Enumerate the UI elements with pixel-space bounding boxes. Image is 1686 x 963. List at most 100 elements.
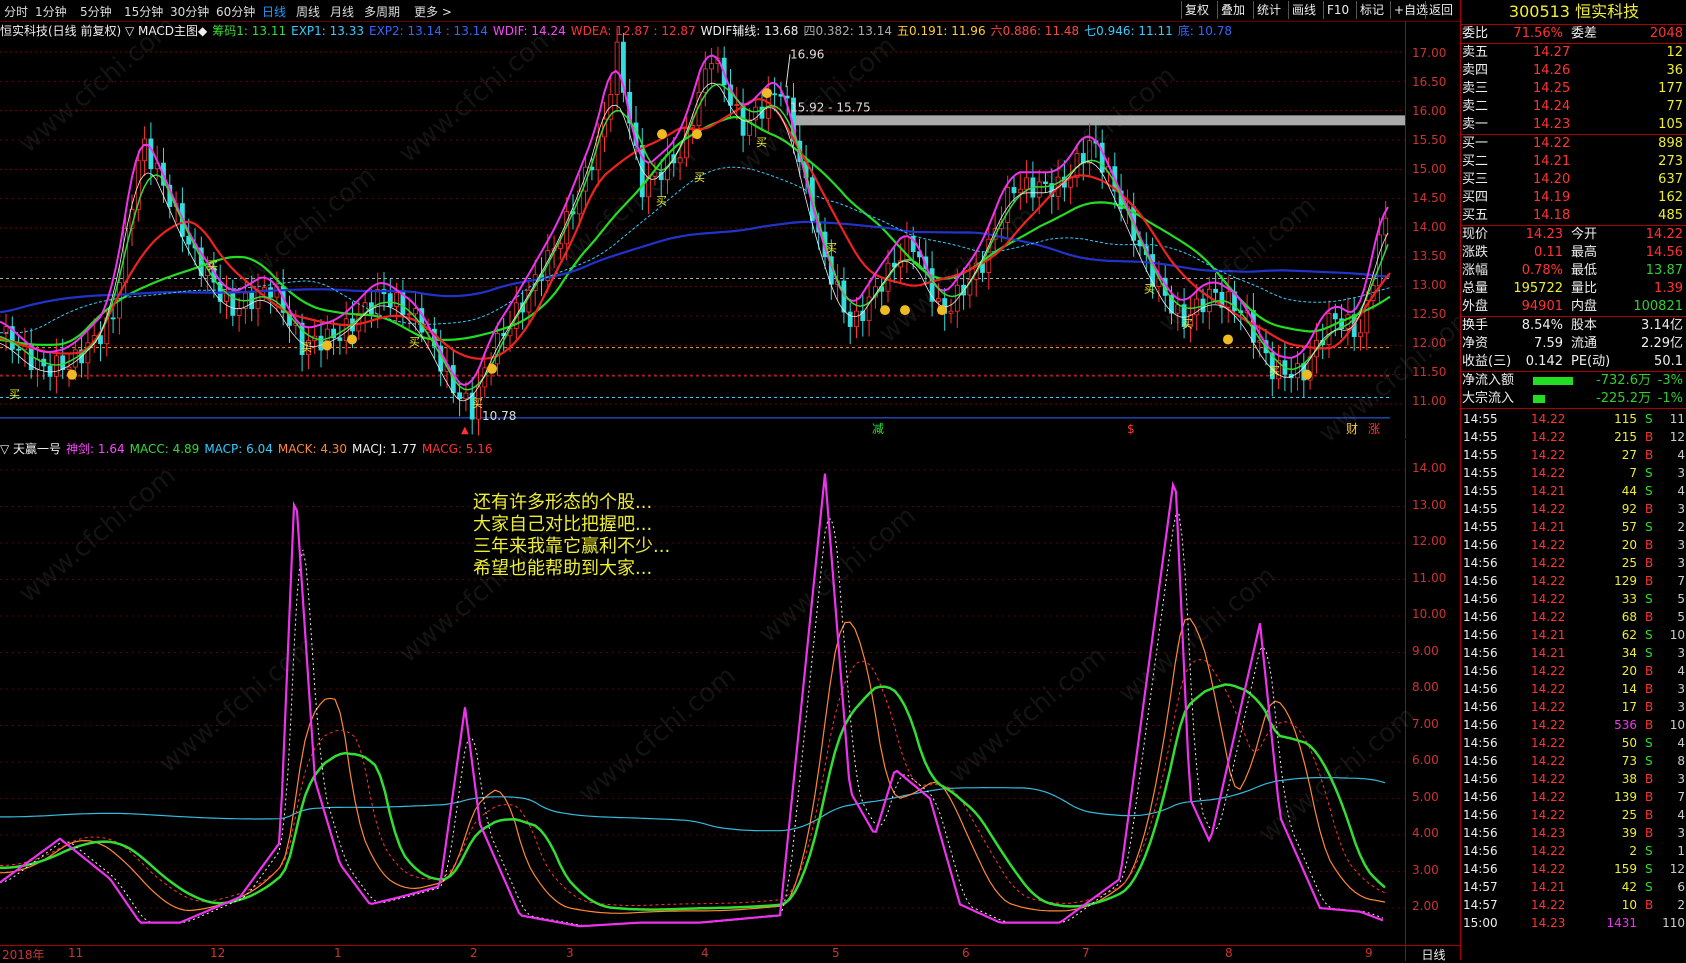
toolbar-button[interactable]: 标记 [1356,1,1387,19]
row-value2: 14.22 [1645,227,1683,242]
price-tick: 12.00 [1412,336,1447,350]
period-tab[interactable]: 1分钟 [35,3,67,20]
indicator-tick: 14.00 [1412,461,1447,475]
period-tab[interactable]: 日线 [262,3,286,20]
indicator-tick: 11.00 [1412,570,1447,585]
tick-count: 2 [1677,898,1685,912]
ask-row[interactable]: 卖三 14.25 177 [1461,80,1686,98]
row-label: 净资 [1462,336,1489,351]
tick-volume: 139 [1614,790,1637,804]
candle-body [614,41,620,95]
candlestick-chart[interactable]: 买买买 买买买买买买买买买16.9615.92 - 15.7510.78减 $ 财涨▲ [0,21,1405,439]
row-label2: 今开 [1571,227,1598,242]
toolbar-button[interactable]: 统计 [1253,1,1284,19]
candle-body [954,284,960,312]
tick-side: B [1645,556,1654,570]
tick-volume: 62 [1621,628,1637,642]
tick-volume: 25 [1621,808,1637,822]
candle-body [387,293,393,307]
tick-row: 14:56 14.22 38 B 3 [1461,770,1686,788]
fundamental-row[interactable]: 净资 7.59 流通 2.29亿 [1461,335,1686,353]
row-value2: 50.1 [1654,354,1683,369]
period-tab[interactable]: 月线 [330,3,354,20]
bid-row[interactable]: 买一 14.22 898 [1461,135,1686,153]
period-tab[interactable]: 多周期 [364,3,400,20]
date-tick: 1 [334,946,342,960]
period-tab[interactable]: 周线 [296,3,320,20]
fundamental-row[interactable]: 换手 8.54% 股本 3.14亿 [1461,317,1686,335]
flow-row[interactable]: 大宗流入 -225.2万 -1% [1461,390,1686,408]
quote-row[interactable]: 涨幅 0.78% 最低 13.87 [1461,262,1686,280]
toolbar-button[interactable]: 复权 [1181,1,1212,19]
buy-marker: 买 [756,136,767,149]
toolbar-button[interactable]: 返回 [1425,1,1456,19]
stock-header[interactable]: 300513 恒实科技 [1461,0,1686,24]
indicator-tick: 7.00 [1412,716,1439,731]
tick-side: B [1645,826,1654,840]
price-tick: 11.50 [1412,365,1447,379]
row-label: 外盘 [1462,299,1489,314]
candle-body [558,243,563,249]
bid-volume: 485 [1658,208,1683,223]
candle-body [142,138,148,162]
tick-side: B [1645,772,1654,786]
tick-count: 10 [1669,718,1685,732]
ask-row[interactable]: 卖一 14.23 105 [1461,116,1686,134]
ask-volume: 36 [1666,63,1683,78]
ask-row[interactable]: 卖二 14.24 77 [1461,98,1686,116]
tick-side: S [1645,862,1653,876]
weibi-row[interactable]: 委比 71.56% 委差 2048 [1461,25,1686,43]
bid-row[interactable]: 买三 14.20 637 [1461,171,1686,189]
date-tick: 5 [832,946,840,960]
ask-row[interactable]: 卖四 14.26 36 [1461,62,1686,80]
quote-row[interactable]: 现价 14.23 今开 14.22 [1461,226,1686,244]
candle-body [936,298,941,302]
tick-volume: 42 [1621,880,1637,894]
tick-volume: 7 [1629,466,1637,480]
candle-body [1326,313,1332,346]
candle-body [148,138,154,170]
ask-label: 卖五 [1462,45,1489,60]
tick-price: 14.22 [1531,772,1566,786]
toolbar-button[interactable]: 画线 [1288,1,1319,19]
toolbar-button[interactable]: 叠加 [1217,1,1248,19]
quote-row[interactable]: 外盘 94901 内盘 100821 [1461,298,1686,316]
period-label[interactable]: 日线 [1405,945,1461,962]
tick-count: 2 [1677,520,1685,534]
tick-volume: 2 [1629,844,1637,858]
candle-body [54,355,59,377]
tick-row: 14:56 14.22 536 B 10 [1461,716,1686,734]
tick-time: 14:56 [1463,754,1498,768]
row-label2: 内盘 [1571,299,1598,314]
fundamental-row[interactable]: 收益(三) 0.142 PE(动) 50.1 [1461,353,1686,371]
period-tab[interactable]: 60分钟 [216,3,255,20]
row-value2: 14.56 [1645,245,1683,260]
bid-row[interactable]: 买二 14.21 273 [1461,153,1686,171]
flow-row[interactable]: 净流入额 -732.6万 -3% [1461,372,1686,390]
bid-row[interactable]: 买五 14.18 485 [1461,207,1686,225]
tick-count: 3 [1677,646,1685,660]
candle-body [463,392,469,400]
period-tab[interactable]: 30分钟 [170,3,209,20]
period-tab[interactable]: 15分钟 [124,3,163,20]
buy-marker: 买 [1144,283,1155,296]
quote-row[interactable]: 总量 195722 量比 1.39 [1461,280,1686,298]
period-tab[interactable]: 更多 > [414,3,452,20]
period-tab[interactable]: 分时 [4,3,28,20]
ask-row[interactable]: 卖五 14.27 12 [1461,44,1686,62]
period-tab[interactable]: 5分钟 [80,3,112,20]
flow-label: 净流入额 [1462,373,1515,388]
bid-row[interactable]: 买四 14.19 162 [1461,189,1686,207]
price-tick: 13.50 [1412,249,1447,263]
tick-volume: 57 [1621,520,1637,534]
tick-time: 14:57 [1463,880,1498,894]
tick-volume: 50 [1621,736,1637,750]
price-tick: 13.00 [1412,278,1447,292]
toolbar-button[interactable]: F10 [1323,1,1352,19]
tick-time: 14:56 [1463,718,1498,732]
indicator-chart[interactable] [0,440,1405,945]
tick-side: B [1645,718,1654,732]
ask-label: 卖一 [1462,117,1489,132]
quote-row[interactable]: 涨跌 0.11 最高 14.56 [1461,244,1686,262]
row-value: 94901 [1521,299,1563,314]
